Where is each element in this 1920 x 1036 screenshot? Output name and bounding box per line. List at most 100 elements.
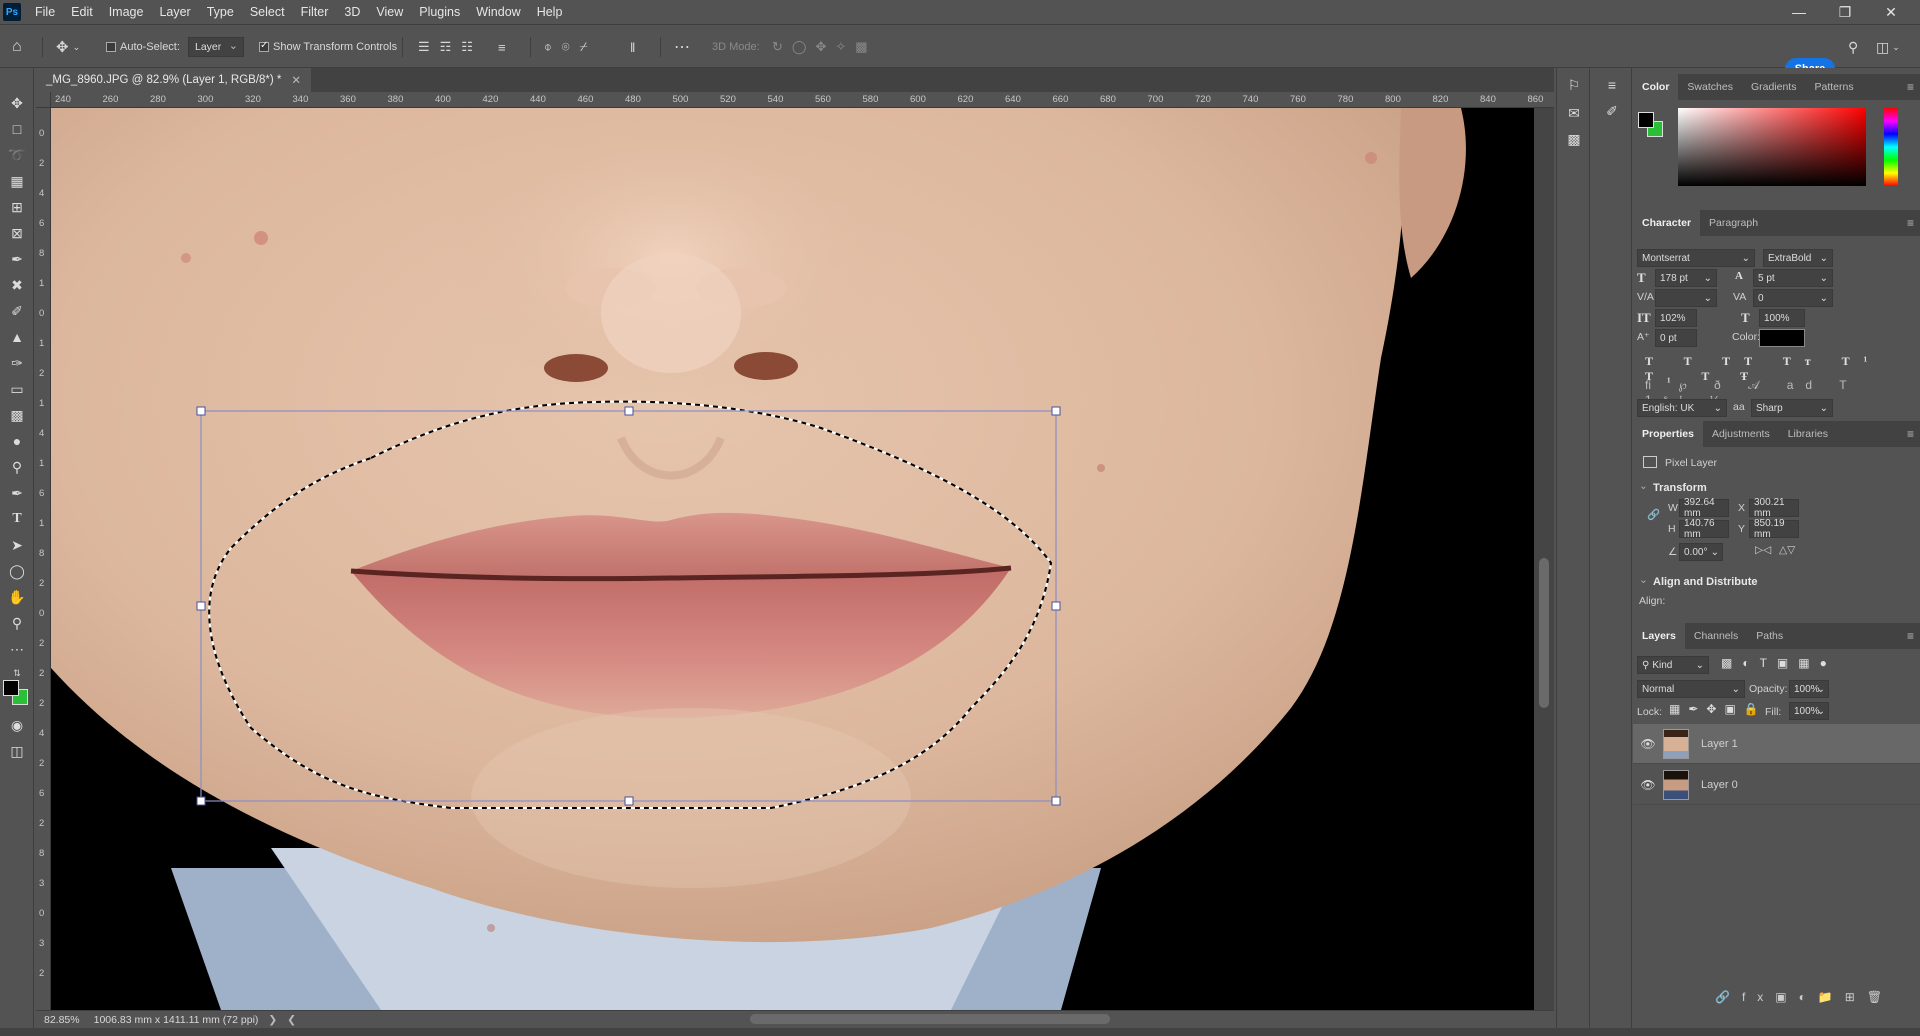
font-family-select[interactable]: Montserrat ⌄ xyxy=(1637,249,1755,267)
font-style-select[interactable]: ExtraBold ⌄ xyxy=(1763,249,1833,267)
clone-stamp-tool-icon[interactable]: ▲ xyxy=(5,326,29,348)
horizontal-scale-field[interactable]: 100% xyxy=(1759,309,1805,327)
align-icons[interactable]: ☰☶☷ xyxy=(418,25,483,69)
more-options-icon[interactable]: ⋯ xyxy=(674,25,690,69)
zoom-level[interactable]: 82.85% xyxy=(44,1014,80,1026)
flip-horizontal-icon[interactable]: ▷◁ xyxy=(1755,544,1771,556)
vertical-ruler[interactable]: 202468101214161820222426283032 xyxy=(36,108,51,1010)
layers-panel-menu-icon[interactable]: ≡ xyxy=(1907,629,1914,643)
show-transform-checkbox[interactable] xyxy=(259,40,269,52)
vertical-scroll-thumb[interactable] xyxy=(1539,558,1549,708)
tab-paragraph[interactable]: Paragraph xyxy=(1700,210,1767,236)
restore-icon[interactable]: ❐ xyxy=(1822,0,1868,24)
marquee-tool-icon[interactable]: □ xyxy=(5,118,29,140)
text-color-swatch[interactable] xyxy=(1759,329,1805,347)
gradient-tool-icon[interactable]: ▩ xyxy=(5,404,29,426)
vertical-scrollbar[interactable] xyxy=(1534,108,1554,1010)
color-panel-foreground-swatch[interactable] xyxy=(1638,112,1654,128)
link-dimensions-icon[interactable]: 🔗 xyxy=(1647,508,1660,521)
eraser-tool-icon[interactable]: ▭ xyxy=(5,378,29,400)
menu-plugins[interactable]: Plugins xyxy=(411,0,468,24)
healing-brush-tool-icon[interactable]: ✖ xyxy=(5,274,29,296)
search-icon[interactable]: ⚲ xyxy=(1848,25,1858,69)
antialias-select[interactable]: Sharp ⌄ xyxy=(1751,399,1833,417)
height-field[interactable]: 140.76 mm xyxy=(1679,518,1729,540)
layer-name[interactable]: Layer 1 xyxy=(1701,738,1738,750)
language-select[interactable]: English: UK ⌄ xyxy=(1637,399,1727,417)
font-size-field[interactable]: 178 pt ⌄ xyxy=(1655,269,1717,287)
minimize-icon[interactable]: — xyxy=(1776,0,1822,24)
tab-paths[interactable]: Paths xyxy=(1747,623,1792,649)
crop-tool-icon[interactable]: ⊞ xyxy=(5,196,29,218)
menu-window[interactable]: Window xyxy=(468,0,528,24)
screen-mode-icon[interactable]: ◫ xyxy=(5,740,29,762)
path-selection-tool-icon[interactable]: ➤ xyxy=(5,534,29,556)
menu-view[interactable]: View xyxy=(368,0,411,24)
color-panel-menu-icon[interactable]: ≡ xyxy=(1907,80,1914,94)
layer-row-layer-0[interactable]: 👁 Layer 0 xyxy=(1633,765,1920,805)
dodge-tool-icon[interactable]: ⚲ xyxy=(5,456,29,478)
document-tab[interactable]: _MG_8960.JPG @ 82.9% (Layer 1, RGB/8*) *… xyxy=(36,68,312,92)
foreground-color-swatch[interactable] xyxy=(3,680,19,696)
y-field[interactable]: 850.19 mm xyxy=(1749,518,1799,540)
document-canvas[interactable] xyxy=(51,108,1554,1010)
menu-filter[interactable]: Filter xyxy=(293,0,337,24)
vertical-scale-field[interactable]: 102% xyxy=(1655,309,1697,327)
auto-select-checkbox[interactable] xyxy=(106,42,116,52)
opacity-field[interactable]: 100% ⌄ xyxy=(1789,680,1829,698)
plugins-panel-icon[interactable]: ▩ xyxy=(1562,128,1586,150)
workspace-icon[interactable]: ◫ ⌄ xyxy=(1876,25,1900,69)
kerning-field[interactable]: ⌄ xyxy=(1655,289,1717,307)
move-tool-preset-icon[interactable]: ✥ ⌄ xyxy=(56,25,80,69)
tab-character[interactable]: Character xyxy=(1633,210,1701,236)
hand-tool-icon[interactable]: ✋ xyxy=(5,586,29,608)
angle-field[interactable]: 0.00° ⌄ xyxy=(1679,543,1723,561)
character-panel-menu-icon[interactable]: ≡ xyxy=(1907,216,1914,230)
home-icon[interactable]: ⌂ xyxy=(12,25,22,69)
tab-swatches[interactable]: Swatches xyxy=(1678,74,1742,100)
layer-name[interactable]: Layer 0 xyxy=(1701,779,1738,791)
menu-help[interactable]: Help xyxy=(529,0,571,24)
layer-visibility-eye-icon[interactable]: 👁 xyxy=(1633,778,1663,792)
edit-toolbar-icon[interactable]: ⋯ xyxy=(5,638,29,660)
tab-color[interactable]: Color xyxy=(1633,74,1679,100)
lock-icons[interactable]: ▦✒✥▣🔒 xyxy=(1669,702,1767,716)
hue-slider[interactable] xyxy=(1884,108,1898,186)
menu-layer[interactable]: Layer xyxy=(151,0,198,24)
menu-edit[interactable]: Edit xyxy=(63,0,101,24)
type-tool-icon[interactable]: T xyxy=(5,508,29,530)
fill-field[interactable]: 100% ⌄ xyxy=(1789,702,1829,720)
tracking-field[interactable]: 0 ⌄ xyxy=(1753,289,1833,307)
ellipse-tool-icon[interactable]: ◯ xyxy=(5,560,29,582)
status-expand-icon[interactable]: ❯ xyxy=(268,1014,277,1026)
photoshop-logo-icon[interactable]: Ps xyxy=(3,3,21,21)
layer-row-layer-1[interactable]: 👁 Layer 1 xyxy=(1633,724,1920,764)
leading-field[interactable]: 5 pt ⌄ xyxy=(1753,269,1833,287)
layer-filter-icons[interactable]: ▩◐T▣▦● xyxy=(1721,656,1837,670)
distribute-vertical-icon[interactable]: ‖ xyxy=(630,25,635,69)
menu-3d[interactable]: 3D xyxy=(336,0,368,24)
baseline-shift-field[interactable]: 0 pt xyxy=(1655,329,1697,347)
brush-tool-icon[interactable]: ✐ xyxy=(5,300,29,322)
auto-select-dropdown[interactable]: Layer xyxy=(188,37,244,57)
close-icon[interactable]: ✕ xyxy=(1868,0,1914,24)
frame-tool-icon[interactable]: ⊠ xyxy=(5,222,29,244)
blur-tool-icon[interactable]: ● xyxy=(5,430,29,452)
tab-patterns[interactable]: Patterns xyxy=(1805,74,1862,100)
close-tab-icon[interactable]: ✕ xyxy=(291,73,301,87)
eyedropper-tool-icon[interactable]: ✒ xyxy=(5,248,29,270)
quick-mask-icon[interactable]: ◉ xyxy=(5,714,29,736)
brush-presets-icon[interactable]: ✐ xyxy=(1600,100,1624,122)
layer-filter-kind-select[interactable]: ⚲ Kind ⌄ xyxy=(1637,656,1709,674)
horizontal-scroll-thumb[interactable] xyxy=(750,1014,1110,1024)
pen-tool-icon[interactable]: ✒ xyxy=(5,482,29,504)
adjust-presets-icon[interactable]: ≡ xyxy=(1600,74,1624,96)
align-vertical-icons[interactable]: ⌽⌾⌿ xyxy=(544,25,597,69)
color-picker-field[interactable] xyxy=(1678,108,1866,186)
tab-libraries[interactable]: Libraries xyxy=(1779,421,1837,447)
menu-file[interactable]: File xyxy=(27,0,63,24)
distribute-icon[interactable]: ≡ xyxy=(498,25,506,69)
scroll-left-icon[interactable]: ❮ xyxy=(287,1014,296,1026)
3d-mode-icons[interactable]: ↻◯✥✧▩ xyxy=(772,25,877,69)
menu-type[interactable]: Type xyxy=(199,0,242,24)
